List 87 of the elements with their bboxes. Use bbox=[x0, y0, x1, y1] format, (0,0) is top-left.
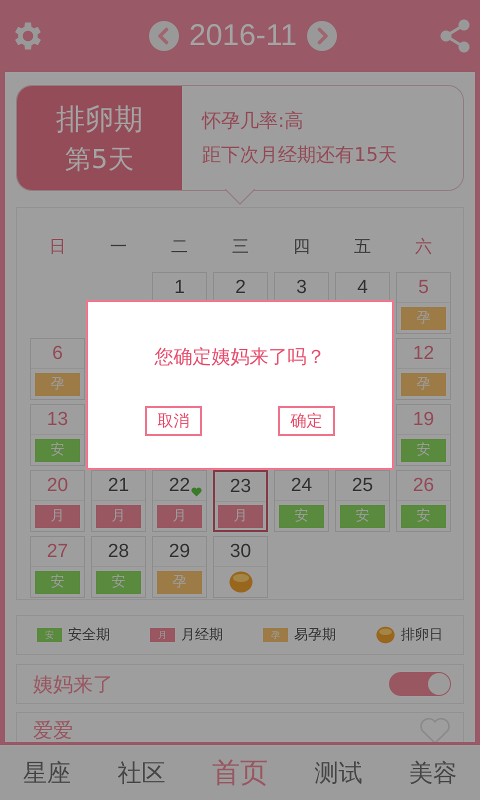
day-tag: 安 bbox=[35, 438, 80, 462]
share-icon[interactable] bbox=[440, 19, 470, 53]
day-number: 4 bbox=[357, 276, 368, 298]
day-cell[interactable]: 12 孕 bbox=[396, 338, 451, 400]
day-cell[interactable]: 13 安 bbox=[30, 404, 85, 466]
egg-icon bbox=[376, 626, 395, 644]
legend-label: 安全期 bbox=[68, 626, 110, 644]
weekday-label: 三 bbox=[231, 236, 250, 258]
day-number: 3 bbox=[296, 276, 307, 298]
day-cell[interactable]: 22 月 bbox=[152, 470, 207, 532]
legend-label: 月经期 bbox=[181, 626, 223, 644]
day-number: 5 bbox=[418, 276, 429, 298]
weekday-label: 二 bbox=[170, 236, 189, 258]
legend-swatch: 孕 bbox=[263, 628, 288, 642]
day-number: 28 bbox=[108, 540, 130, 562]
day-tag: 安 bbox=[35, 570, 80, 594]
weekday-label: 日 bbox=[48, 236, 67, 258]
previous-month-icon[interactable] bbox=[149, 21, 180, 51]
day-number: 26 bbox=[412, 474, 434, 496]
day-number: 23 bbox=[230, 476, 252, 498]
day-tag: 安 bbox=[401, 504, 446, 528]
phase-day: 第5天 bbox=[65, 142, 134, 176]
period-label: 姨妈来了 bbox=[33, 670, 113, 698]
day-number: 1 bbox=[174, 276, 185, 298]
next-month-icon[interactable] bbox=[306, 21, 337, 51]
month-title: 2016-11 bbox=[189, 19, 297, 53]
day-tag: 安 bbox=[96, 570, 141, 594]
toggle-switch[interactable] bbox=[389, 672, 451, 696]
day-cell[interactable]: 5 孕 bbox=[396, 272, 451, 334]
day-cell[interactable]: 24 安 bbox=[274, 470, 329, 532]
day-cell[interactable]: 26 安 bbox=[396, 470, 451, 532]
day-tag: 孕 bbox=[401, 306, 446, 330]
nav-tab[interactable]: 测试 bbox=[314, 756, 362, 788]
day-cell[interactable]: 23 月 bbox=[213, 470, 268, 532]
day-tag: 孕 bbox=[157, 570, 202, 594]
day-cell[interactable]: 6 孕 bbox=[30, 338, 85, 400]
day-cell[interactable]: 30 bbox=[213, 536, 268, 598]
day-cell[interactable]: 20 月 bbox=[30, 470, 85, 532]
day-number: 20 bbox=[46, 474, 68, 496]
day-number: 30 bbox=[230, 540, 252, 562]
day-cell[interactable]: 21 月 bbox=[91, 470, 146, 532]
day-number: 6 bbox=[52, 342, 63, 364]
info-text: 距下次月经期还有15天 bbox=[202, 143, 398, 168]
legend-label: 易孕期 bbox=[294, 626, 336, 644]
weekday-label: 四 bbox=[292, 236, 311, 258]
day-number: 22 bbox=[168, 474, 190, 496]
day-cell[interactable]: 19 安 bbox=[396, 404, 451, 466]
love-label: 爱爱 bbox=[33, 717, 73, 742]
day-tag: 安 bbox=[401, 438, 446, 462]
day-cell[interactable]: 27 安 bbox=[30, 536, 85, 598]
day-tag: 孕 bbox=[35, 372, 80, 396]
day-number: 2 bbox=[235, 276, 246, 298]
nav-tab[interactable]: 星座 bbox=[23, 756, 72, 788]
dialog-message: 您确定姨妈来了吗？ bbox=[154, 345, 326, 370]
day-number: 27 bbox=[46, 540, 68, 562]
legend-swatch: 月 bbox=[150, 628, 175, 642]
phase-label: 排卵期 bbox=[56, 100, 143, 138]
day-tag: 月 bbox=[218, 504, 263, 528]
day-number: 12 bbox=[412, 342, 434, 364]
dialog-button[interactable]: 取消 bbox=[145, 406, 202, 436]
heart-icon[interactable] bbox=[419, 717, 451, 742]
nav-tab[interactable]: 社区 bbox=[118, 756, 166, 788]
day-tag: 月 bbox=[157, 504, 202, 528]
dialog-button[interactable]: 确定 bbox=[278, 406, 335, 436]
day-number: 19 bbox=[412, 408, 434, 430]
day-number: 24 bbox=[290, 474, 312, 496]
day-number: 21 bbox=[108, 474, 130, 496]
day-cell[interactable]: 29 孕 bbox=[152, 536, 207, 598]
legend-label: 排卵日 bbox=[401, 626, 443, 644]
nav-tab[interactable]: 首页 bbox=[212, 754, 268, 792]
weekday-label: 六 bbox=[414, 236, 433, 258]
day-number: 25 bbox=[352, 474, 374, 496]
day-number: 13 bbox=[46, 408, 68, 430]
info-text: 怀孕几率:高 bbox=[202, 109, 304, 134]
day-cell[interactable]: 28 安 bbox=[91, 536, 146, 598]
day-tag: 孕 bbox=[401, 372, 446, 396]
legend-swatch: 安 bbox=[37, 628, 62, 642]
weekday-label: 五 bbox=[353, 236, 372, 258]
day-tag: 安 bbox=[279, 504, 324, 528]
day-tag: 安 bbox=[340, 504, 385, 528]
day-tag: 月 bbox=[35, 504, 80, 528]
day-cell[interactable]: 25 安 bbox=[335, 470, 390, 532]
nav-tab[interactable]: 美容 bbox=[408, 756, 457, 788]
day-number: 29 bbox=[168, 540, 190, 562]
egg-icon bbox=[228, 571, 252, 593]
weekday-label: 一 bbox=[109, 236, 128, 258]
day-tag: 月 bbox=[96, 504, 141, 528]
